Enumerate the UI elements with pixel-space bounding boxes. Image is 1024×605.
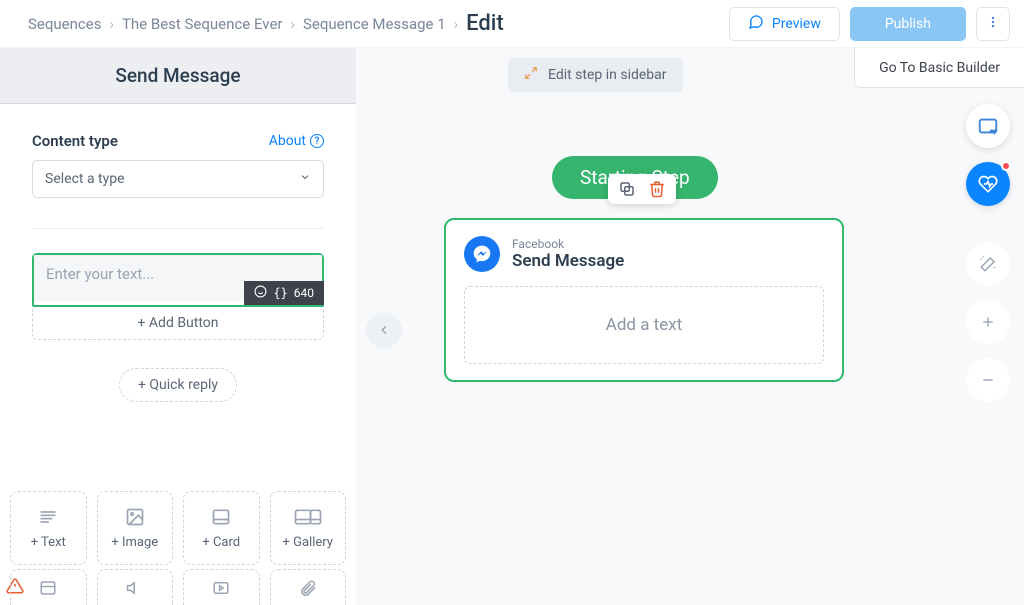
about-label: About [269, 133, 306, 149]
notification-dot [1001, 161, 1011, 171]
go-basic-builder-button[interactable]: Go To Basic Builder [854, 48, 1024, 88]
node-header: Facebook Send Message [464, 236, 824, 272]
flow-canvas[interactable]: Edit step in sidebar Go To Basic Builder… [356, 48, 1024, 605]
chevron-right-icon: › [109, 15, 114, 33]
type-label: + Card [202, 535, 240, 550]
add-panel-button[interactable] [966, 104, 1010, 148]
chevron-right-icon: › [454, 15, 459, 33]
add-card-card[interactable]: + Card [183, 491, 260, 565]
char-count: 640 [294, 286, 314, 300]
about-link[interactable]: About ? [269, 133, 324, 149]
collapse-sidebar-button[interactable] [366, 312, 402, 348]
add-audio-card[interactable] [97, 569, 174, 605]
edit-step-in-sidebar-button[interactable]: Edit step in sidebar [508, 58, 683, 92]
type-label: + Text [31, 535, 66, 550]
preview-button[interactable]: Preview [729, 7, 840, 41]
publish-label: Publish [885, 16, 931, 32]
edit-step-label: Edit step in sidebar [548, 67, 667, 83]
content-type-select[interactable]: Select a type [32, 160, 324, 198]
duplicate-icon[interactable] [618, 180, 636, 198]
magic-wand-button[interactable] [966, 242, 1010, 286]
add-attachment-card[interactable] [270, 569, 347, 605]
preview-label: Preview [772, 16, 821, 32]
add-button-label: + Add Button [138, 315, 219, 331]
expand-icon [524, 66, 538, 84]
content-type-row: + Text + Image + Card + Gallery [0, 491, 356, 575]
sidebar-title: Send Message [0, 48, 356, 104]
type-label: + Image [111, 535, 158, 550]
chevron-right-icon: › [291, 15, 296, 33]
chevron-down-icon [299, 171, 311, 187]
more-menu-button[interactable] [976, 7, 1010, 41]
messenger-icon [464, 236, 500, 272]
sidebar: Send Message Content type About ? Select… [0, 48, 356, 605]
node-source: Facebook [512, 237, 624, 251]
kebab-icon [986, 14, 1000, 34]
node-toolbar [608, 174, 676, 204]
zoom-out-button[interactable] [966, 358, 1010, 402]
delete-icon[interactable] [648, 180, 666, 198]
zoom-in-button[interactable] [966, 300, 1010, 344]
select-placeholder: Select a type [45, 171, 125, 187]
publish-button[interactable]: Publish [850, 7, 966, 41]
add-card-card-2[interactable] [10, 569, 87, 605]
add-image-card[interactable]: + Image [97, 491, 174, 565]
add-button-row[interactable]: + Add Button {} 640 [32, 306, 324, 340]
top-bar-actions: Preview Publish [729, 7, 1010, 41]
help-icon: ? [310, 134, 324, 148]
chat-icon [748, 14, 764, 34]
content-type-label: Content type [32, 132, 118, 150]
add-text-card[interactable]: + Text [10, 491, 87, 565]
breadcrumb: Sequences › The Best Sequence Ever › Seq… [28, 11, 504, 36]
add-video-card[interactable] [183, 569, 260, 605]
node-add-text-slot[interactable]: Add a text [464, 286, 824, 364]
variables-icon[interactable]: {} [273, 286, 287, 300]
divider [32, 228, 324, 229]
node-title: Send Message [512, 251, 624, 271]
top-bar: Sequences › The Best Sequence Ever › Seq… [0, 0, 1024, 48]
type-label: + Gallery [283, 535, 333, 550]
breadcrumb-current: Edit [466, 11, 504, 36]
right-rail [966, 104, 1010, 402]
health-button[interactable] [966, 162, 1010, 206]
breadcrumb-sequence-name[interactable]: The Best Sequence Ever [122, 15, 283, 33]
breadcrumb-sequences[interactable]: Sequences [28, 15, 101, 33]
add-gallery-card[interactable]: + Gallery [270, 491, 347, 565]
send-message-node[interactable]: Facebook Send Message Add a text [444, 218, 844, 382]
quick-reply-button[interactable]: + Quick reply [119, 368, 237, 402]
breadcrumb-message[interactable]: Sequence Message 1 [303, 15, 446, 33]
emoji-icon[interactable] [254, 285, 267, 301]
